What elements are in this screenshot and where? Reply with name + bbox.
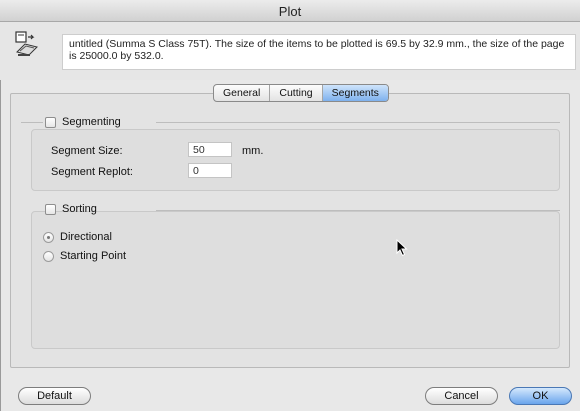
segmenting-legend: Segmenting [45,116,121,128]
radio-directional[interactable]: Directional [43,231,112,243]
segmenting-divider [21,122,43,123]
segmenting-label: Segmenting [62,116,121,128]
tab-general[interactable]: General [214,85,271,101]
tab-bar: General Cutting Segments [213,84,389,102]
ok-button[interactable]: OK [509,387,572,405]
radio-starting-point-button[interactable] [43,250,54,262]
segmenting-group [31,129,560,191]
tab-cutting[interactable]: Cutting [270,85,323,101]
sorting-checkbox[interactable] [45,203,56,215]
cancel-button[interactable]: Cancel [425,387,498,405]
segment-replot-label: Segment Replot: [51,166,133,178]
segment-size-label: Segment Size: [51,145,123,157]
segment-size-unit: mm. [242,145,264,157]
radio-starting-point-label: Starting Point [60,250,127,262]
radio-directional-label: Directional [60,231,112,243]
header-area: untitled (Summa S Class 75T). The size o… [0,22,580,80]
segmenting-divider-right [156,122,560,123]
default-button[interactable]: Default [18,387,91,405]
sorting-label: Sorting [62,203,97,215]
window-title: Plot [278,4,302,19]
segment-replot-input[interactable] [188,163,232,178]
mouse-pointer-icon [396,239,408,257]
title-bar: Plot [0,0,580,22]
sorting-legend: Sorting [45,203,97,215]
sorting-divider-right [156,210,560,211]
radio-starting-point[interactable]: Starting Point [43,250,126,262]
tab-segments[interactable]: Segments [322,85,388,101]
plot-info-text: untitled (Summa S Class 75T). The size o… [62,34,576,70]
window-left-edge [0,22,1,411]
segmenting-checkbox[interactable] [45,116,56,128]
segment-size-input[interactable] [188,142,232,157]
segments-panel: Segmenting Segment Size: mm. Segment Rep… [10,93,570,368]
radio-directional-button[interactable] [43,231,54,243]
plotter-icon [15,31,38,56]
